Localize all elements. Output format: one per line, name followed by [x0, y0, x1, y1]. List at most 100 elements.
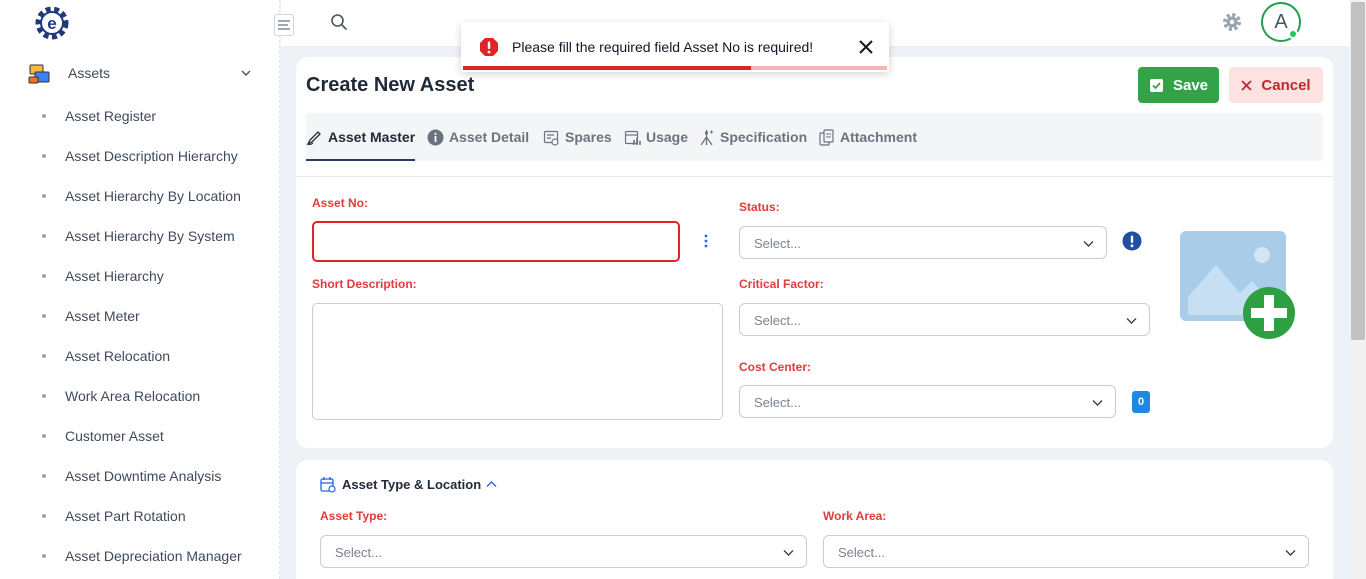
close-icon[interactable] [857, 38, 875, 56]
tab-spares[interactable]: Spares [543, 113, 612, 161]
work-area-select[interactable]: Select... [823, 535, 1309, 568]
menu-toggle-icon[interactable] [274, 14, 294, 36]
sidebar-item-label: Asset Depreciation Manager [65, 548, 242, 564]
scrollbar-thumb[interactable] [1351, 2, 1365, 340]
chevron-down-icon [1285, 550, 1296, 556]
asset-type-location-card: Asset Type & Location Asset Type: Select… [296, 460, 1333, 579]
tab-asset-master[interactable]: Asset Master [306, 113, 416, 161]
sidebar-item-label: Asset Meter [65, 308, 140, 324]
status-select[interactable]: Select... [739, 226, 1107, 259]
tab-label: Spares [565, 129, 612, 145]
sidebar-item-asset-hierarchy[interactable]: Asset Hierarchy [0, 256, 280, 296]
tab-label: Asset Detail [449, 129, 530, 145]
spares-icon [543, 130, 559, 146]
critical-factor-select-placeholder: Select... [754, 313, 801, 328]
critical-factor-label: Critical Factor: [739, 277, 824, 291]
sidebar-item-label: Work Area Relocation [65, 388, 201, 404]
tab-specification[interactable]: Specification [698, 113, 807, 161]
chevron-down-icon [1092, 400, 1103, 406]
bullet-icon [42, 154, 46, 158]
sidebar-item-label: Asset Hierarchy [65, 268, 164, 284]
tab-label: Specification [720, 129, 808, 145]
form-tabs: Asset Master Asset Detail Spares Usage S… [306, 113, 1323, 161]
tab-usage[interactable]: Usage [624, 113, 688, 161]
tab-label: Asset Master [328, 129, 416, 145]
sidebar-item-asset-downtime-analysis[interactable]: Asset Downtime Analysis [0, 456, 280, 496]
bullet-icon [42, 274, 46, 278]
bullet-icon [42, 514, 46, 518]
bullet-icon [42, 474, 46, 478]
bullet-icon [42, 234, 46, 238]
asset-type-select[interactable]: Select... [320, 535, 807, 568]
info-icon [427, 129, 444, 145]
sidebar-module-label: Assets [68, 65, 111, 81]
add-image-icon[interactable] [1180, 231, 1298, 341]
sidebar-item-label: Customer Asset [65, 428, 164, 444]
pen-icon [306, 130, 321, 145]
sidebar-item-asset-part-rotation[interactable]: Asset Part Rotation [0, 496, 280, 536]
assets-module-icon [28, 64, 50, 84]
chevron-down-icon [783, 550, 794, 556]
sidebar-item-label: Asset Part Rotation [65, 508, 186, 524]
toast-message: Please fill the required field Asset No … [512, 39, 814, 55]
save-button[interactable]: Save [1138, 67, 1219, 103]
online-status-indicator [1288, 29, 1298, 39]
cost-center-count-badge[interactable]: 0 [1132, 391, 1150, 413]
work-area-select-placeholder: Select... [838, 545, 885, 560]
bullet-icon [42, 314, 46, 318]
bullet-icon [42, 394, 46, 398]
sidebar: e Assets Asset Register Asset Descriptio… [0, 0, 280, 579]
more-options-icon[interactable] [704, 234, 708, 248]
short-description-textarea[interactable] [312, 303, 723, 420]
specification-icon [700, 129, 713, 145]
close-icon [1241, 79, 1253, 91]
critical-factor-select[interactable]: Select... [739, 303, 1150, 336]
sidebar-item-asset-meter[interactable]: Asset Meter [0, 296, 280, 336]
tabs-divider [296, 176, 1333, 177]
bullet-icon [42, 554, 46, 558]
sidebar-item-asset-depreciation-manager[interactable]: Asset Depreciation Manager [0, 536, 280, 576]
asset-no-label: Asset No: [312, 196, 369, 210]
tab-asset-detail[interactable]: Asset Detail [427, 113, 529, 161]
sidebar-nav: Asset Register Asset Description Hierarc… [0, 96, 280, 576]
sidebar-item-asset-register[interactable]: Asset Register [0, 96, 280, 136]
gear-icon[interactable] [1221, 11, 1243, 33]
error-icon [480, 38, 498, 56]
asset-type-select-placeholder: Select... [335, 545, 382, 560]
tab-attachment[interactable]: Attachment [818, 113, 917, 161]
error-toast: Please fill the required field Asset No … [461, 22, 889, 72]
sidebar-item-asset-hierarchy-by-location[interactable]: Asset Hierarchy By Location [0, 176, 280, 216]
warning-icon[interactable] [1122, 231, 1142, 251]
asset-no-input[interactable] [312, 221, 680, 262]
cost-center-select[interactable]: Select... [739, 385, 1116, 418]
bullet-icon [42, 114, 46, 118]
sidebar-item-asset-relocation[interactable]: Asset Relocation [0, 336, 280, 376]
bullet-icon [42, 354, 46, 358]
sidebar-item-label: Asset Relocation [65, 348, 171, 364]
save-button-label: Save [1172, 76, 1209, 94]
sidebar-item-asset-description-hierarchy[interactable]: Asset Description Hierarchy [0, 136, 280, 176]
status-label: Status: [739, 200, 780, 214]
sidebar-item-label: Asset Description Hierarchy [65, 148, 238, 164]
sidebar-item-label: Asset Downtime Analysis [65, 468, 222, 484]
bullet-icon [42, 434, 46, 438]
chevron-down-icon [1126, 318, 1137, 324]
sidebar-item-work-area-relocation[interactable]: Work Area Relocation [0, 376, 280, 416]
usage-chart-icon [624, 130, 641, 145]
tab-label: Attachment [840, 129, 918, 145]
search-icon[interactable] [330, 13, 348, 31]
asset-type-location-toggle[interactable]: Asset Type & Location [320, 476, 503, 493]
asset-type-label: Asset Type: [320, 509, 388, 523]
sidebar-item-asset-hierarchy-by-system[interactable]: Asset Hierarchy By System [0, 216, 280, 256]
cost-center-select-placeholder: Select... [754, 395, 801, 410]
svg-text:e: e [47, 14, 56, 33]
chevron-down-icon [241, 70, 251, 76]
sidebar-item-label: Asset Hierarchy By System [65, 228, 235, 244]
cancel-button[interactable]: Cancel [1229, 67, 1323, 103]
sidebar-item-customer-asset[interactable]: Customer Asset [0, 416, 280, 456]
section-title: Asset Type & Location [342, 477, 482, 492]
sidebar-module-assets[interactable]: Assets [27, 58, 267, 88]
work-area-label: Work Area: [823, 509, 887, 523]
app-logo[interactable]: e [32, 3, 72, 43]
chevron-up-icon [486, 481, 497, 487]
